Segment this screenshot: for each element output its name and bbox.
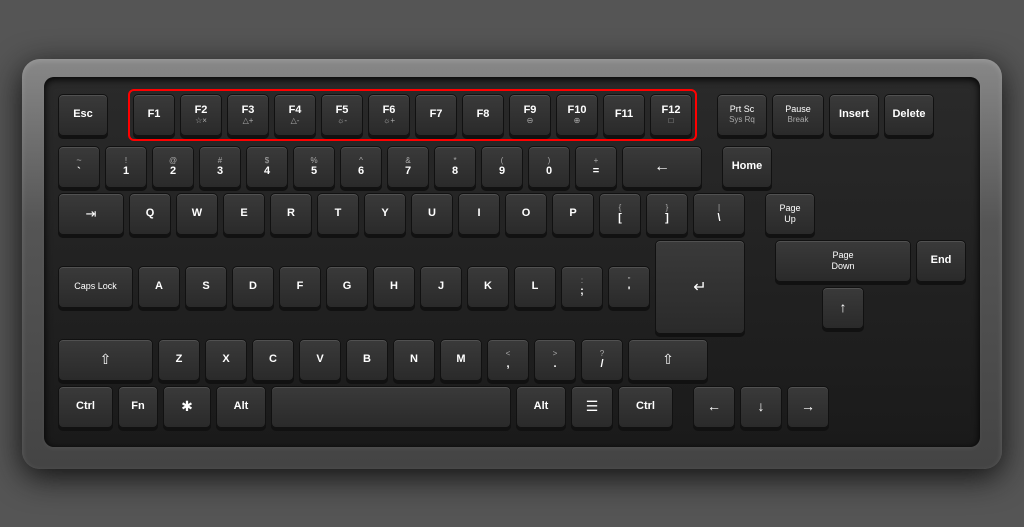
key-f3[interactable]: F3△+ — [227, 94, 269, 136]
key-enter[interactable]: ↵ — [655, 240, 745, 334]
key-rbracket[interactable]: }] — [646, 193, 688, 235]
key-semicolon[interactable]: :; — [561, 266, 603, 308]
key-lalt[interactable]: Alt — [216, 386, 266, 428]
key-2[interactable]: @2 — [152, 146, 194, 188]
key-prtsc[interactable]: Prt ScSys Rq — [717, 94, 767, 136]
key-esc[interactable]: Esc — [58, 94, 108, 136]
key-fn[interactable]: Fn — [118, 386, 158, 428]
key-f5[interactable]: F5☼- — [321, 94, 363, 136]
key-y[interactable]: Y — [364, 193, 406, 235]
keyboard-inner: Esc F1 F2☆× F3△+ F4△- F5☼- F6☼+ F7 F8 F9… — [44, 77, 980, 447]
key-f9[interactable]: F9⊖ — [509, 94, 551, 136]
key-minus[interactable]: += — [575, 146, 617, 188]
key-backtick[interactable]: ~` — [58, 146, 100, 188]
key-t[interactable]: T — [317, 193, 359, 235]
key-downarrow[interactable]: ↓ — [740, 386, 782, 428]
key-tab[interactable]: ⇥ — [58, 193, 124, 235]
key-f2[interactable]: F2☆× — [180, 94, 222, 136]
key-space[interactable] — [271, 386, 511, 428]
key-capslock[interactable]: Caps Lock — [58, 266, 133, 308]
key-b[interactable]: B — [346, 339, 388, 381]
key-pause[interactable]: PauseBreak — [772, 94, 824, 136]
key-f8[interactable]: F8 — [462, 94, 504, 136]
key-4[interactable]: $4 — [246, 146, 288, 188]
key-g[interactable]: G — [326, 266, 368, 308]
key-lctrl[interactable]: Ctrl — [58, 386, 113, 428]
key-s[interactable]: S — [185, 266, 227, 308]
key-rshift[interactable]: ⇧ — [628, 339, 708, 381]
key-u[interactable]: U — [411, 193, 453, 235]
key-f6[interactable]: F6☼+ — [368, 94, 410, 136]
key-z[interactable]: Z — [158, 339, 200, 381]
key-j[interactable]: J — [420, 266, 462, 308]
key-c[interactable]: C — [252, 339, 294, 381]
key-e[interactable]: E — [223, 193, 265, 235]
key-comma[interactable]: <, — [487, 339, 529, 381]
key-l[interactable]: L — [514, 266, 556, 308]
tab-row: ⇥ Q W E R T Y U I O P {[ }] |\ PageUp — [58, 193, 966, 235]
key-r[interactable]: R — [270, 193, 312, 235]
key-o[interactable]: O — [505, 193, 547, 235]
key-insert[interactable]: Insert — [829, 94, 879, 136]
key-f[interactable]: F — [279, 266, 321, 308]
key-f1[interactable]: F1 — [133, 94, 175, 136]
key-period[interactable]: >. — [534, 339, 576, 381]
key-n[interactable]: N — [393, 339, 435, 381]
key-win[interactable]: ✱ — [163, 386, 211, 428]
key-v[interactable]: V — [299, 339, 341, 381]
key-f4[interactable]: F4△- — [274, 94, 316, 136]
key-f7[interactable]: F7 — [415, 94, 457, 136]
key-w[interactable]: W — [176, 193, 218, 235]
key-end[interactable]: End — [916, 240, 966, 282]
key-lbracket[interactable]: {[ — [599, 193, 641, 235]
key-lshift[interactable]: ⇧ — [58, 339, 153, 381]
key-q[interactable]: Q — [129, 193, 171, 235]
key-p[interactable]: P — [552, 193, 594, 235]
key-slash[interactable]: ?/ — [581, 339, 623, 381]
key-f12[interactable]: F12□ — [650, 94, 692, 136]
key-rctrl[interactable]: Ctrl — [618, 386, 673, 428]
key-d[interactable]: D — [232, 266, 274, 308]
key-i[interactable]: I — [458, 193, 500, 235]
key-8[interactable]: *8 — [434, 146, 476, 188]
key-m[interactable]: M — [440, 339, 482, 381]
keyboard-outer: Esc F1 F2☆× F3△+ F4△- F5☼- F6☼+ F7 F8 F9… — [22, 59, 1002, 469]
shift-row: ⇧ Z X C V B N M <, >. ?/ ⇧ — [58, 339, 765, 381]
key-delete[interactable]: Delete — [884, 94, 934, 136]
key-home[interactable]: Home — [722, 146, 772, 188]
key-1[interactable]: !1 — [105, 146, 147, 188]
key-pageup[interactable]: PageUp — [765, 193, 815, 235]
key-f10[interactable]: F10⊕ — [556, 94, 598, 136]
key-x[interactable]: X — [205, 339, 247, 381]
key-backspace[interactable]: ← — [622, 146, 702, 188]
key-leftarrow[interactable]: ← — [693, 386, 735, 428]
key-6[interactable]: ^6 — [340, 146, 382, 188]
caps-row: Caps Lock A S D F G H J K L :; "' ↵ — [58, 240, 765, 334]
key-menu[interactable]: ☰ — [571, 386, 613, 428]
key-ralt[interactable]: Alt — [516, 386, 566, 428]
key-pagedown[interactable]: PageDown — [775, 240, 911, 282]
key-a[interactable]: A — [138, 266, 180, 308]
fn-key-group: F1 F2☆× F3△+ F4△- F5☼- F6☼+ F7 F8 F9⊖ F1… — [128, 89, 697, 141]
key-quote[interactable]: "' — [608, 266, 650, 308]
key-h[interactable]: H — [373, 266, 415, 308]
key-5[interactable]: %5 — [293, 146, 335, 188]
key-f11[interactable]: F11 — [603, 94, 645, 136]
key-uparrow[interactable]: ↑ — [822, 287, 864, 329]
key-rightarrow[interactable]: → — [787, 386, 829, 428]
key-7[interactable]: &7 — [387, 146, 429, 188]
key-9[interactable]: (9 — [481, 146, 523, 188]
key-0[interactable]: )0 — [528, 146, 570, 188]
number-row: ~` !1 @2 #3 $4 %5 ^6 &7 *8 (9 )0 += ← Ho… — [58, 146, 966, 188]
key-k[interactable]: K — [467, 266, 509, 308]
fn-row: Esc F1 F2☆× F3△+ F4△- F5☼- F6☼+ F7 F8 F9… — [58, 89, 966, 141]
key-backslash[interactable]: |\ — [693, 193, 745, 235]
key-3[interactable]: #3 — [199, 146, 241, 188]
ctrl-row: Ctrl Fn ✱ Alt Alt ☰ Ctrl ← ↓ → — [58, 386, 966, 428]
